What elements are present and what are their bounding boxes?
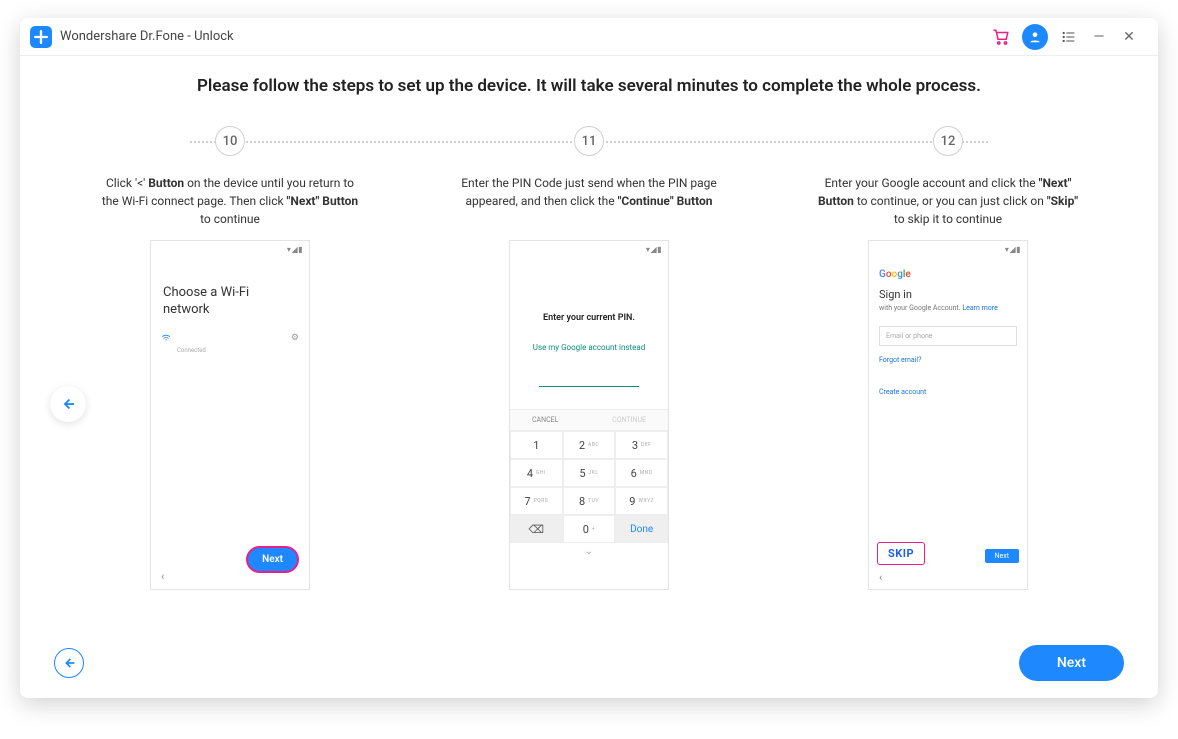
next-button[interactable]: Next bbox=[1019, 645, 1124, 681]
key-done: Done bbox=[615, 515, 668, 543]
account-icon[interactable] bbox=[1022, 24, 1048, 50]
signin-heading: Sign in bbox=[879, 288, 1017, 301]
key-7: 7PQRS bbox=[510, 487, 563, 515]
step-10: 10 Click '<' Button on the device until … bbox=[80, 126, 380, 590]
pin-cancel: CANCEL bbox=[532, 416, 558, 424]
wifi-status-label: Connected bbox=[151, 347, 309, 354]
phone-back-chevron: ‹ bbox=[161, 570, 164, 583]
key-3: 3DEF bbox=[615, 431, 668, 459]
learn-more-link: Learn more bbox=[962, 304, 997, 312]
step-description: Enter the PIN Code just send when the PI… bbox=[439, 174, 739, 228]
step-description: Enter your Google account and click the … bbox=[798, 174, 1098, 228]
back-button[interactable] bbox=[54, 648, 84, 678]
key-4: 4GHI bbox=[510, 459, 563, 487]
key-9: 9WXYZ bbox=[615, 487, 668, 515]
signin-subtext: with your Google Account. Learn more bbox=[879, 304, 1017, 312]
step-11: 11 Enter the PIN Code just send when the… bbox=[439, 126, 739, 590]
google-account-link: Use my Google account instead bbox=[510, 343, 668, 352]
create-account-link: Create account bbox=[879, 388, 1017, 396]
step-12: 12 Enter your Google account and click t… bbox=[798, 126, 1098, 590]
window-title: Wondershare Dr.Fone - Unlock bbox=[60, 29, 234, 44]
pin-action-row: CANCEL CONTINUE bbox=[510, 409, 668, 431]
minimize-button[interactable]: — bbox=[1084, 22, 1114, 52]
step-number-badge: 11 bbox=[574, 126, 604, 156]
pin-continue: CONTINUE bbox=[612, 416, 646, 424]
forgot-email-link: Forgot email? bbox=[879, 356, 1017, 364]
key-1: 1 bbox=[510, 431, 563, 459]
pin-title: Enter your current PIN. bbox=[510, 241, 668, 323]
phone-screen-title: Choose a Wi-Fi network bbox=[151, 241, 309, 323]
step-description: Click '<' Button on the device until you… bbox=[80, 174, 380, 228]
content-area: Please follow the steps to set up the de… bbox=[20, 56, 1158, 628]
wifi-network-row: ⚙ bbox=[151, 323, 309, 347]
menu-list-icon[interactable] bbox=[1054, 22, 1084, 52]
status-bar-icons: ▾◢▮ bbox=[1005, 245, 1021, 254]
instruction-text: Please follow the steps to set up the de… bbox=[50, 76, 1128, 96]
phone-mock-google-signin: ▾◢▮ Google Sign in with your Google Acco… bbox=[868, 240, 1028, 590]
status-bar-icons: ▾◢▮ bbox=[287, 245, 303, 254]
email-field: Email or phone bbox=[879, 326, 1017, 346]
step-number-badge: 10 bbox=[215, 126, 245, 156]
key-0: 0+ bbox=[563, 515, 616, 543]
wifi-icon bbox=[161, 333, 171, 343]
phone-skip-button-highlighted: SKIP bbox=[877, 542, 925, 565]
key-2: 2ABC bbox=[563, 431, 616, 459]
google-signin-panel: Google Sign in with your Google Account.… bbox=[869, 241, 1027, 396]
google-logo: Google bbox=[879, 269, 1017, 280]
close-button[interactable]: ✕ bbox=[1114, 22, 1144, 52]
app-window: Wondershare Dr.Fone - Unlock — ✕ Please … bbox=[20, 18, 1158, 698]
key-backspace: ⌫ bbox=[510, 515, 563, 543]
keypad-collapse-icon: ⌄ bbox=[510, 543, 668, 560]
key-8: 8TUV bbox=[563, 487, 616, 515]
cart-icon[interactable] bbox=[986, 22, 1016, 52]
pin-input-underline bbox=[539, 386, 639, 387]
app-logo-icon bbox=[30, 26, 52, 48]
phone-next-button-highlighted: Next bbox=[246, 546, 299, 573]
titlebar: Wondershare Dr.Fone - Unlock — ✕ bbox=[20, 18, 1158, 56]
footer: Next bbox=[20, 628, 1158, 698]
steps-row: 10 Click '<' Button on the device until … bbox=[50, 126, 1128, 590]
step-number-badge: 12 bbox=[933, 126, 963, 156]
status-bar-icons: ▾◢▮ bbox=[646, 245, 662, 254]
gear-icon: ⚙ bbox=[291, 333, 299, 343]
phone-mock-pin: ▾◢▮ Enter your current PIN. Use my Googl… bbox=[509, 240, 669, 590]
key-6: 6MNO bbox=[615, 459, 668, 487]
key-5: 5JKL bbox=[563, 459, 616, 487]
phone-next-button: Next bbox=[985, 549, 1019, 563]
phone-mock-wifi: ▾◢▮ Choose a Wi-Fi network ⚙ Connected N… bbox=[150, 240, 310, 590]
phone-back-chevron: ‹ bbox=[879, 571, 882, 584]
pin-keypad: 1 2ABC 3DEF 4GHI 5JKL 6MNO 7PQRS 8TUV 9W… bbox=[510, 431, 668, 543]
